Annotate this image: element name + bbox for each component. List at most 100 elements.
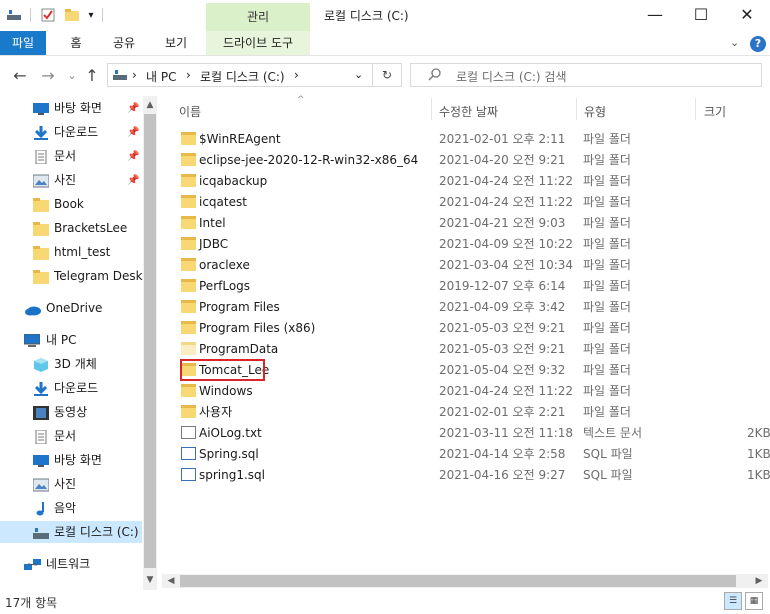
tab-file[interactable]: 파일 <box>0 31 46 55</box>
file-row[interactable]: Program Files 2021-04-09 오후 3:42 파일 폴더 <box>170 297 770 318</box>
nav-item[interactable]: 사진 📌 <box>0 169 142 191</box>
file-name: JDBC <box>199 237 229 251</box>
column-header-type[interactable]: 유형 <box>584 103 606 120</box>
breadcrumb-local-disk[interactable]: 로컬 디스크 (C:) <box>200 68 285 85</box>
up-button[interactable]: ↑ <box>82 66 102 86</box>
file-row[interactable]: icqabackup 2021-04-24 오전 11:22 파일 폴더 <box>170 171 770 192</box>
back-button[interactable]: ← <box>10 66 30 86</box>
nav-item-label: 내 PC <box>46 333 77 347</box>
nav-item[interactable]: 사진 <box>0 473 142 495</box>
nav-item[interactable]: 네트워크 <box>0 553 142 575</box>
nav-item[interactable]: 음악 <box>0 497 142 519</box>
file-date: 2021-05-03 오전 9:21 <box>439 321 566 335</box>
nav-item[interactable]: 로컬 디스크 (C:) <box>0 521 142 543</box>
nav-item[interactable]: OneDrive <box>0 297 142 319</box>
search-input[interactable]: 로컬 디스크 (C:) 검색 <box>456 68 567 85</box>
nav-item[interactable]: 문서 <box>0 425 142 447</box>
horizontal-scrollbar-thumb[interactable] <box>180 575 736 587</box>
file-row[interactable]: 사용자 2021-02-01 오후 2:21 파일 폴더 <box>170 402 770 423</box>
nav-item[interactable]: 내 PC <box>0 329 142 351</box>
nav-item[interactable]: 동영상 <box>0 401 142 423</box>
file-name: icqatest <box>199 195 247 209</box>
nav-item[interactable]: Book <box>0 193 142 215</box>
nav-item[interactable]: 바탕 화면 <box>0 449 142 471</box>
column-divider[interactable] <box>431 98 432 120</box>
nav-item[interactable]: html_test <box>0 241 142 263</box>
drive-icon[interactable] <box>6 6 22 24</box>
pin-icon[interactable]: 📌 <box>127 170 139 192</box>
breadcrumb-my-pc[interactable]: 내 PC <box>146 68 176 85</box>
forward-button[interactable]: → <box>38 66 58 86</box>
tab-home[interactable]: 홈 <box>56 31 96 55</box>
desktop-icon <box>33 453 49 467</box>
network-icon <box>24 557 41 571</box>
divider <box>102 8 103 22</box>
column-header-name[interactable]: 이름 <box>179 103 201 120</box>
file-size: 1KB <box>747 468 770 482</box>
pin-icon[interactable]: 📌 <box>127 122 139 144</box>
nav-item[interactable]: 다운로드 <box>0 377 142 399</box>
nav-item[interactable]: Telegram Desktop <box>0 265 143 287</box>
column-header-date[interactable]: 수정한 날짜 <box>439 103 498 120</box>
column-divider[interactable] <box>695 98 696 120</box>
help-icon[interactable]: ? <box>750 36 766 52</box>
new-folder-icon[interactable] <box>64 6 80 24</box>
file-size: 2KB <box>747 426 770 440</box>
scroll-down-icon[interactable]: ▼ <box>143 575 157 585</box>
file-row[interactable]: JDBC 2021-04-09 오전 10:22 파일 폴더 <box>170 234 770 255</box>
customize-quick-access-icon[interactable]: ▾ <box>86 6 96 24</box>
file-row[interactable]: spring1.sql 2021-04-16 오전 9:27 SQL 파일 1KB <box>170 465 770 486</box>
file-name: 사용자 <box>199 405 233 419</box>
file-date: 2021-04-20 오전 9:21 <box>439 153 566 167</box>
breadcrumb-separator[interactable]: › <box>132 68 137 82</box>
drive-icon <box>113 69 127 84</box>
tab-view[interactable]: 보기 <box>154 31 198 55</box>
minimize-button[interactable]: — <box>632 0 678 30</box>
sql-file-icon <box>181 447 196 460</box>
address-dropdown-button[interactable]: ⌄ <box>354 68 363 81</box>
pin-icon[interactable]: 📌 <box>127 98 139 120</box>
scroll-up-icon[interactable]: ▲ <box>143 100 157 110</box>
file-row[interactable]: eclipse-jee-2020-12-R-win32-x86_64 2021-0… <box>170 150 770 171</box>
ribbon-expand-icon[interactable]: ⌄ <box>730 36 739 49</box>
nav-item-label: 사진 <box>54 173 77 187</box>
nav-item[interactable]: 다운로드 📌 <box>0 121 142 143</box>
scroll-right-icon[interactable]: ▶ <box>752 576 766 586</box>
scroll-left-icon[interactable]: ◀ <box>164 576 178 586</box>
file-row[interactable]: oraclexe 2021-03-04 오전 10:34 파일 폴더 <box>170 255 770 276</box>
file-row[interactable]: Windows 2021-04-24 오전 11:22 파일 폴더 <box>170 381 770 402</box>
file-row[interactable]: Program Files (x86) 2021-05-03 오전 9:21 파일 … <box>170 318 770 339</box>
pc-icon <box>23 333 41 347</box>
large-icons-view-button[interactable]: ▦ <box>745 592 763 610</box>
details-view-button[interactable]: ☰ <box>724 592 742 610</box>
refresh-button[interactable]: ↻ <box>373 63 402 87</box>
column-header-size[interactable]: 크기 <box>704 103 726 120</box>
file-row[interactable]: $WinREAgent 2021-02-01 오후 2:11 파일 폴더 <box>170 129 770 150</box>
nav-item[interactable]: 3D 개체 <box>0 353 142 375</box>
pin-icon[interactable]: 📌 <box>127 146 139 168</box>
file-row[interactable]: Intel 2021-04-21 오전 9:03 파일 폴더 <box>170 213 770 234</box>
file-row[interactable]: ProgramData 2021-05-03 오전 9:21 파일 폴더 <box>170 339 770 360</box>
nav-scrollbar-thumb[interactable] <box>144 114 156 568</box>
file-name: icqabackup <box>199 174 268 188</box>
properties-icon[interactable] <box>40 6 56 24</box>
nav-item-label: 사진 <box>54 477 77 491</box>
tab-share[interactable]: 공유 <box>102 31 146 55</box>
close-button[interactable]: ✕ <box>724 0 770 30</box>
file-row[interactable]: AiOLog.txt 2021-03-11 오전 11:18 텍스트 문서 2KB <box>170 423 770 444</box>
recent-locations-button[interactable]: ⌄ <box>62 66 82 86</box>
breadcrumb-separator[interactable]: › <box>294 68 299 82</box>
file-row[interactable]: icqatest 2021-04-24 오전 11:22 파일 폴더 <box>170 192 770 213</box>
nav-item[interactable]: 바탕 화면 📌 <box>0 97 142 119</box>
maximize-button[interactable]: ☐ <box>678 0 724 30</box>
cloud-icon <box>24 301 41 316</box>
column-divider[interactable] <box>576 98 577 120</box>
nav-item[interactable]: 문서 📌 <box>0 145 142 167</box>
file-row[interactable]: PerfLogs 2019-12-07 오후 6:14 파일 폴더 <box>170 276 770 297</box>
folder-icon <box>181 258 196 271</box>
tab-drive-tools[interactable]: 드라이브 도구 <box>206 31 310 55</box>
music-icon <box>33 501 49 516</box>
breadcrumb-separator[interactable]: › <box>186 68 191 82</box>
nav-item[interactable]: BracketsLee <box>0 217 142 239</box>
file-row[interactable]: Spring.sql 2021-04-14 오후 2:58 SQL 파일 1KB <box>170 444 770 465</box>
